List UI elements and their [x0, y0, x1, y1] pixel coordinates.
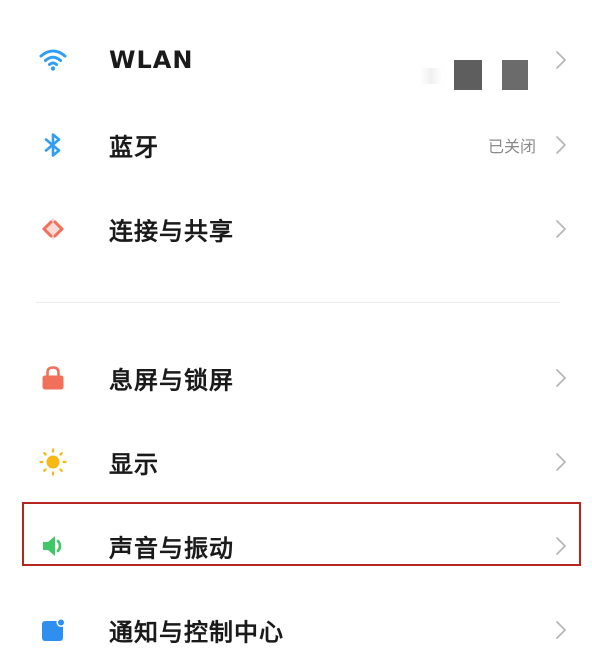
settings-item-wlan[interactable]: WLAN [0, 18, 592, 102]
settings-item-label: 通知与控制中心 [109, 618, 284, 647]
chevron-right-icon [556, 136, 566, 154]
settings-item-display[interactable]: 显示 [0, 420, 592, 504]
bluetooth-status: 已关闭 [487, 137, 536, 156]
settings-item-bluetooth[interactable]: 蓝牙 已关闭 [0, 103, 592, 187]
chevron-right-icon [556, 621, 566, 639]
settings-item-label: 息屏与锁屏 [109, 366, 234, 395]
settings-item-label: WLAN [109, 46, 194, 74]
chevron-right-icon [556, 369, 566, 387]
bluetooth-icon [36, 128, 70, 162]
chevron-right-icon [556, 453, 566, 471]
selection-highlight [22, 502, 581, 566]
network-name-redacted [502, 60, 528, 90]
lock-icon [36, 361, 70, 395]
settings-item-label: 连接与共享 [109, 217, 234, 246]
chevron-right-icon [556, 51, 566, 69]
network-name-redacted [420, 68, 442, 84]
connection-share-icon [36, 212, 70, 246]
settings-item-label: 蓝牙 [109, 133, 159, 162]
settings-item-label: 显示 [109, 450, 159, 479]
network-name-redacted [454, 60, 482, 90]
sun-icon [36, 445, 70, 479]
settings-item-connection-sharing[interactable]: 连接与共享 [0, 187, 592, 271]
settings-item-lock-screen[interactable]: 息屏与锁屏 [0, 336, 592, 420]
wifi-icon [36, 43, 70, 77]
settings-item-notifications[interactable]: 通知与控制中心 [0, 588, 592, 672]
chevron-right-icon [556, 220, 566, 238]
section-divider [36, 302, 560, 303]
notification-icon [36, 613, 70, 647]
